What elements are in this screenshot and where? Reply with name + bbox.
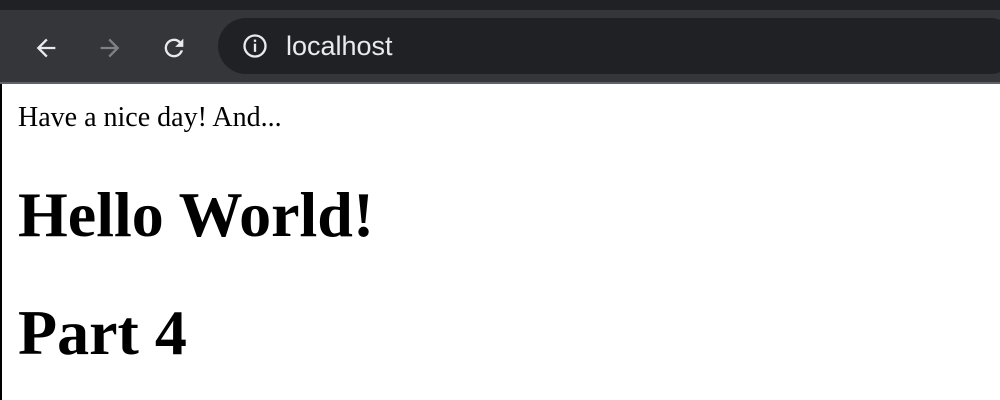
arrow-right-icon: [100, 38, 120, 58]
back-button[interactable]: [26, 28, 66, 68]
page-heading-part-4: Part 4: [18, 297, 187, 368]
address-bar[interactable]: localhost: [218, 18, 1000, 74]
page-content: Have a nice day! And... Hello World! Par…: [0, 84, 1000, 400]
reload-button[interactable]: [154, 28, 194, 68]
info-icon[interactable]: [241, 32, 269, 60]
intro-text: Have a nice day! And...: [18, 102, 282, 133]
browser-chrome: localhost: [0, 0, 1000, 84]
tab-strip: [0, 0, 1000, 10]
url-text[interactable]: localhost: [286, 31, 393, 61]
browser-toolbar: localhost: [0, 10, 1000, 82]
forward-button[interactable]: [90, 28, 130, 68]
reload-icon: [164, 38, 184, 58]
arrow-left-icon: [36, 38, 56, 58]
page-heading-hello-world: Hello World!: [18, 179, 375, 250]
